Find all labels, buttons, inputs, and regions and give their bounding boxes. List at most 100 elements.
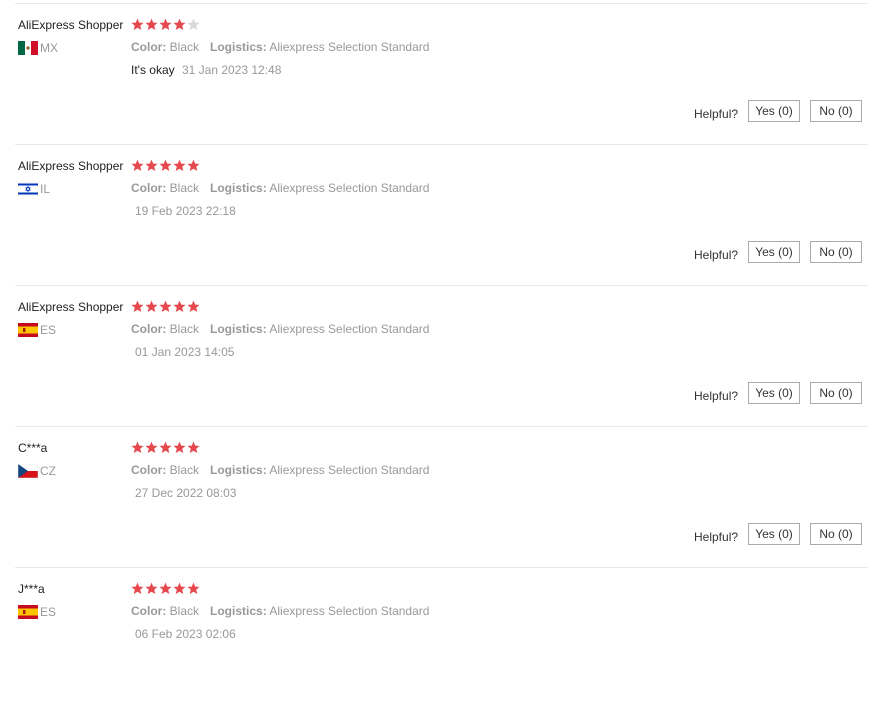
helpful-no-button[interactable]: No (0): [810, 241, 862, 263]
color-key: Color:: [131, 463, 167, 477]
country-code: IL: [40, 182, 51, 196]
helpful-yes-button[interactable]: Yes (0): [748, 523, 800, 545]
review-item: AliExpress Shopper MX Color: Black Logist…: [0, 4, 885, 145]
star-filled-icon: [187, 159, 200, 171]
spain-flag-icon: [18, 605, 38, 619]
color-key: Color:: [131, 322, 167, 336]
logistics-key: Logistics:: [210, 463, 267, 477]
reviewer-country: ES: [18, 605, 56, 619]
helpful-label: Helpful?: [694, 530, 739, 544]
star-filled-icon: [187, 441, 200, 453]
helpful-no-button[interactable]: No (0): [810, 523, 862, 545]
country-code: ES: [40, 605, 57, 619]
review-date: 27 Dec 2022 08:03: [135, 486, 237, 500]
review-item: C***a CZ Color: Black Logistics: Aliexpre…: [0, 427, 885, 568]
star-empty-icon: [187, 18, 200, 30]
reviewer-country: IL: [18, 182, 50, 196]
color-value: Black: [169, 322, 200, 336]
review-item: AliExpress Shopper ES Color: Black Logist…: [0, 286, 885, 427]
logistics-key: Logistics:: [210, 40, 267, 54]
color-key: Color:: [131, 604, 167, 618]
star-filled-icon: [159, 441, 172, 453]
star-filled-icon: [145, 441, 158, 453]
star-rating: [131, 300, 200, 314]
review-meta: 19 Feb 2023 22:18: [131, 204, 236, 218]
helpful-label: Helpful?: [694, 389, 739, 403]
review-date: 01 Jan 2023 14:05: [135, 345, 235, 359]
review-meta: It's okay 31 Jan 2023 12:48: [131, 63, 281, 77]
review-item: J***a ES Color: Black Logistics: Aliexpre…: [0, 568, 885, 709]
reviewer-name: AliExpress Shopper: [18, 300, 124, 314]
review-date: 31 Jan 2023 12:48: [181, 63, 282, 77]
reviewer-country: MX: [18, 41, 58, 55]
review-attributes: Color: Black Logistics: Aliexpress Select…: [131, 604, 429, 618]
star-filled-icon: [131, 441, 144, 453]
star-rating: [131, 441, 200, 455]
review-meta: 06 Feb 2023 02:06: [131, 627, 236, 641]
star-filled-icon: [159, 159, 172, 171]
review-meta: 27 Dec 2022 08:03: [131, 486, 236, 500]
color-key: Color:: [131, 181, 167, 195]
star-filled-icon: [159, 582, 172, 594]
star-filled-icon: [131, 159, 144, 171]
star-rating: [131, 582, 200, 596]
helpful-no-button[interactable]: No (0): [810, 100, 862, 122]
review-date: 19 Feb 2023 22:18: [135, 204, 236, 218]
star-filled-icon: [173, 300, 186, 312]
logistics-value: Aliexpress Selection Standard: [269, 181, 430, 195]
star-filled-icon: [145, 582, 158, 594]
star-filled-icon: [173, 582, 186, 594]
star-filled-icon: [131, 300, 144, 312]
reviewer-country: ES: [18, 323, 56, 337]
star-filled-icon: [159, 18, 172, 30]
star-filled-icon: [145, 18, 158, 30]
review-meta: 01 Jan 2023 14:05: [131, 345, 234, 359]
spain-flag-icon: [18, 323, 38, 337]
review-attributes: Color: Black Logistics: Aliexpress Select…: [131, 463, 429, 477]
color-value: Black: [169, 181, 200, 195]
logistics-value: Aliexpress Selection Standard: [269, 322, 430, 336]
country-code: CZ: [40, 464, 56, 478]
reviewer-name: AliExpress Shopper: [18, 18, 124, 32]
logistics-key: Logistics:: [210, 322, 267, 336]
star-rating: [131, 18, 200, 32]
star-filled-icon: [159, 300, 172, 312]
israel-flag-icon: [18, 182, 38, 196]
star-filled-icon: [187, 300, 200, 312]
reviewer-country: CZ: [18, 464, 56, 478]
logistics-key: Logistics:: [210, 604, 267, 618]
star-rating: [131, 159, 200, 173]
star-filled-icon: [187, 582, 200, 594]
helpful-label: Helpful?: [694, 107, 739, 121]
color-value: Black: [169, 463, 200, 477]
review-attributes: Color: Black Logistics: Aliexpress Select…: [131, 322, 429, 336]
country-code: ES: [40, 323, 57, 337]
star-filled-icon: [131, 18, 144, 30]
star-filled-icon: [145, 159, 158, 171]
review-date: 06 Feb 2023 02:06: [135, 627, 236, 641]
helpful-label: Helpful?: [694, 248, 739, 262]
helpful-yes-button[interactable]: Yes (0): [748, 241, 800, 263]
helpful-no-button[interactable]: No (0): [810, 382, 862, 404]
logistics-value: Aliexpress Selection Standard: [269, 40, 430, 54]
star-filled-icon: [145, 300, 158, 312]
mexico-flag-icon: [18, 41, 38, 55]
star-filled-icon: [131, 582, 144, 594]
color-value: Black: [169, 604, 200, 618]
star-filled-icon: [173, 441, 186, 453]
review-item: AliExpress Shopper IL Color: Black Logist…: [0, 145, 885, 286]
review-attributes: Color: Black Logistics: Aliexpress Select…: [131, 181, 429, 195]
helpful-yes-button[interactable]: Yes (0): [748, 100, 800, 122]
review-attributes: Color: Black Logistics: Aliexpress Select…: [131, 40, 429, 54]
review-text: It's okay: [131, 63, 175, 77]
logistics-value: Aliexpress Selection Standard: [269, 463, 430, 477]
country-code: MX: [40, 41, 58, 55]
reviewer-name: C***a: [18, 441, 48, 455]
logistics-value: Aliexpress Selection Standard: [269, 604, 430, 618]
star-filled-icon: [173, 159, 186, 171]
color-value: Black: [169, 40, 200, 54]
logistics-key: Logistics:: [210, 181, 267, 195]
reviewer-name: AliExpress Shopper: [18, 159, 124, 173]
helpful-yes-button[interactable]: Yes (0): [748, 382, 800, 404]
color-key: Color:: [131, 40, 167, 54]
